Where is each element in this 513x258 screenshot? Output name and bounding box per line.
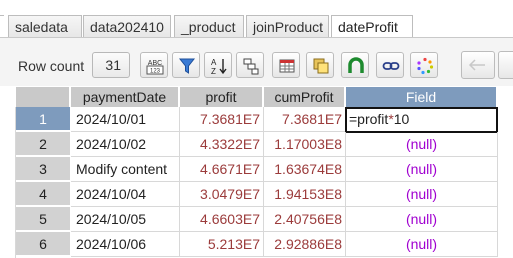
tab-label: joinProduct xyxy=(253,19,324,35)
abc-icon: ABC 123 xyxy=(146,60,164,75)
cell-field[interactable]: (null) xyxy=(346,232,498,257)
formula-suffix: 10 xyxy=(393,111,410,127)
cell-field[interactable]: (null) xyxy=(346,182,498,207)
grid-left-gutter xyxy=(0,107,16,258)
tab-label: dateProfit xyxy=(338,19,398,35)
svg-text:A: A xyxy=(211,58,217,67)
cell-field[interactable]: (null) xyxy=(346,207,498,232)
cell-paymentdate[interactable]: 2024/10/01 xyxy=(71,107,180,132)
svg-text:Z: Z xyxy=(211,67,216,75)
cell-profit[interactable]: 4.3322E7 xyxy=(180,132,264,157)
tab-edge xyxy=(0,15,4,38)
cell-paymentdate[interactable]: 2024/10/06 xyxy=(71,232,180,257)
column-header-profit[interactable]: profit xyxy=(180,87,263,107)
spinner-button[interactable] xyxy=(410,52,438,78)
spinner-icon xyxy=(417,57,434,75)
tab-label: _product xyxy=(181,19,236,35)
copy-icon xyxy=(313,58,329,74)
svg-text:ABC: ABC xyxy=(148,60,162,67)
magnet-icon xyxy=(348,57,364,73)
cell-cumprofit[interactable]: 1.63674E8 xyxy=(264,157,346,182)
sort-az-button[interactable]: AZ xyxy=(204,52,232,78)
cell-field[interactable]: (null) xyxy=(346,157,498,182)
table-icon xyxy=(279,59,295,73)
row-number[interactable]: 6 xyxy=(16,232,70,256)
cell-cumprofit[interactable]: 2.40756E8 xyxy=(264,207,346,232)
row-count-label: Row count xyxy=(18,58,85,74)
group-button[interactable] xyxy=(236,52,264,78)
cell-paymentdate[interactable]: 2024/10/02 xyxy=(71,132,180,157)
link-icon xyxy=(382,62,400,70)
tab-data202410[interactable]: data202410 xyxy=(83,15,171,38)
tab-joinproduct[interactable]: joinProduct xyxy=(246,15,329,38)
data-grid: paymentDate profit cumProfit Field 1 202… xyxy=(0,87,513,258)
cell-cumprofit[interactable]: 1.94153E8 xyxy=(264,182,346,207)
cell-cumprofit[interactable]: 1.17003E8 xyxy=(264,132,346,157)
tab-bar: saledata data202410 _product joinProduct… xyxy=(0,0,513,39)
forward-button[interactable] xyxy=(498,51,513,79)
table-button[interactable] xyxy=(272,52,300,78)
cell-paymentdate[interactable]: 2024/10/05 xyxy=(71,207,180,232)
magnet-button[interactable] xyxy=(341,52,369,78)
grid-corner[interactable] xyxy=(16,87,70,107)
svg-text:123: 123 xyxy=(150,69,161,75)
row-number[interactable]: 4 xyxy=(16,182,70,206)
filter-button[interactable] xyxy=(172,52,200,78)
cell-paymentdate[interactable]: Modify content xyxy=(71,157,180,182)
tab-label: data202410 xyxy=(90,19,164,35)
row-number[interactable]: 5 xyxy=(16,207,70,231)
cell-profit[interactable]: 4.6671E7 xyxy=(180,157,264,182)
row-number[interactable]: 3 xyxy=(16,157,70,181)
cell-profit[interactable]: 7.3681E7 xyxy=(180,107,264,132)
abc-button[interactable]: ABC 123 xyxy=(140,52,168,78)
cell-profit[interactable]: 4.6603E7 xyxy=(180,207,264,232)
cell-cumprofit[interactable]: 2.92886E8 xyxy=(264,232,346,257)
column-header-cumprofit[interactable]: cumProfit xyxy=(264,87,345,107)
column-header-paymentdate[interactable]: paymentDate xyxy=(71,87,179,107)
group-icon xyxy=(243,58,259,75)
link-button[interactable] xyxy=(376,52,404,78)
formula-prefix: =profit xyxy=(349,111,389,127)
copy-button[interactable] xyxy=(306,52,334,78)
cell-paymentdate[interactable]: 2024/10/04 xyxy=(71,182,180,207)
column-header-field[interactable]: Field xyxy=(346,87,497,107)
back-button[interactable] xyxy=(461,51,495,79)
tab-saledata[interactable]: saledata xyxy=(8,15,82,38)
cell-profit[interactable]: 5.213E7 xyxy=(180,232,264,257)
tab-label: saledata xyxy=(15,19,68,35)
sort-az-icon: AZ xyxy=(211,58,227,75)
cell-cumprofit[interactable]: 7.3681E7 xyxy=(264,107,346,132)
row-count-field[interactable]: 31 xyxy=(92,52,130,78)
back-arrow-icon xyxy=(468,59,485,71)
row-number[interactable]: 2 xyxy=(16,132,70,156)
row-number[interactable]: 1 xyxy=(16,107,70,131)
tab-dateprofit[interactable]: dateProfit xyxy=(331,15,413,39)
formula-edit-cell[interactable]: =profit*10 xyxy=(345,107,498,133)
tab-product[interactable]: _product xyxy=(174,15,244,38)
cell-profit[interactable]: 3.0479E7 xyxy=(180,182,264,207)
filter-icon xyxy=(178,58,196,74)
cell-field[interactable]: (null) xyxy=(346,132,498,157)
